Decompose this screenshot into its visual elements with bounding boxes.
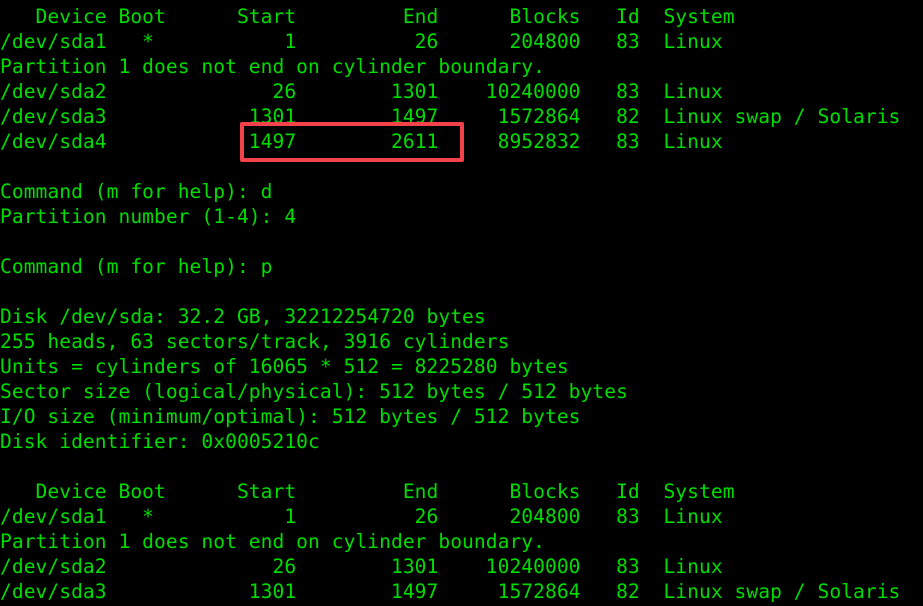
terminal-line: /dev/sda1 * 1 26 204800 83 Linux	[0, 505, 723, 528]
terminal-line: /dev/sda2 26 1301 10240000 83 Linux	[0, 80, 723, 103]
terminal-line: Command (m for help): p	[0, 255, 273, 278]
terminal-line: I/O size (minimum/optimal): 512 bytes / …	[0, 405, 581, 428]
terminal-line: /dev/sda4 1497 2611 8952832 83 Linux	[0, 130, 723, 153]
terminal-line: Partition 1 does not end on cylinder bou…	[0, 55, 545, 78]
terminal-line: Partition number (1-4): 4	[0, 205, 297, 228]
terminal-line: Disk /dev/sda: 32.2 GB, 32212254720 byte…	[0, 305, 486, 328]
terminal-line: 255 heads, 63 sectors/track, 3916 cylind…	[0, 330, 510, 353]
terminal-line: /dev/sda3 1301 1497 1572864 82 Linux swa…	[0, 105, 901, 128]
terminal-output[interactable]: Device Boot Start End Blocks Id System/d…	[0, 0, 923, 604]
terminal-line: Device Boot Start End Blocks Id System	[0, 480, 735, 503]
terminal-line: /dev/sda3 1301 1497 1572864 82 Linux swa…	[0, 580, 901, 603]
terminal-line: /dev/sda2 26 1301 10240000 83 Linux	[0, 555, 723, 578]
terminal-line: Disk identifier: 0x0005210c	[0, 430, 320, 453]
terminal-line: Command (m for help): d	[0, 180, 273, 203]
terminal-line: Sector size (logical/physical): 512 byte…	[0, 380, 628, 403]
terminal-line: Device Boot Start End Blocks Id System	[0, 5, 735, 28]
terminal-line: /dev/sda1 * 1 26 204800 83 Linux	[0, 30, 723, 53]
terminal-window[interactable]: Device Boot Start End Blocks Id System/d…	[0, 0, 923, 606]
terminal-line: Units = cylinders of 16065 * 512 = 82252…	[0, 355, 569, 378]
terminal-line: Partition 1 does not end on cylinder bou…	[0, 530, 545, 553]
